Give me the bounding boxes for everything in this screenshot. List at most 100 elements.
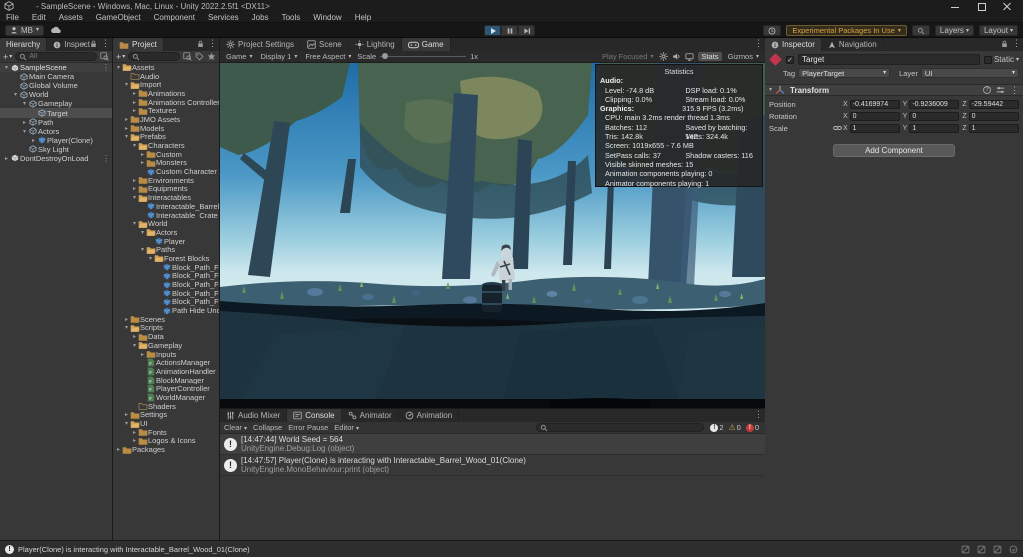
foldout-icon[interactable]: ▾ <box>123 324 130 331</box>
transform-component-header[interactable]: ▾ Transform ? ⋮ <box>765 84 1023 96</box>
menu-window[interactable]: Window <box>313 13 341 22</box>
foldout-icon[interactable]: ▸ <box>131 90 138 97</box>
panel-menu-icon[interactable]: ⋮ <box>101 39 110 48</box>
layout-dropdown[interactable]: Layout ▾ <box>978 25 1018 36</box>
hierarchy-item-sky-light[interactable]: Sky Light <box>0 145 112 154</box>
foldout-icon[interactable]: ▾ <box>769 87 772 93</box>
project-item-paths[interactable]: ▾ Paths <box>113 245 219 254</box>
add-component-button[interactable]: Add Component <box>833 144 955 157</box>
game-view-mode-dropdown[interactable]: Game ▾ <box>224 52 254 61</box>
project-item-fonts[interactable]: ▸ Fonts <box>113 428 219 437</box>
warning-count-badge[interactable]: ⚠ 0 <box>728 423 740 432</box>
scale-slider[interactable] <box>380 53 467 59</box>
foldout-icon[interactable]: ▾ <box>123 133 130 140</box>
console-search-input[interactable] <box>536 423 705 432</box>
project-item-worldmanager[interactable]: # WorldManager <box>113 393 219 402</box>
gizmos-dropdown[interactable]: Gizmos ▾ <box>726 52 761 61</box>
scale-z-field[interactable] <box>968 123 1020 133</box>
foldout-icon[interactable]: ▸ <box>139 351 146 358</box>
project-item-actors[interactable]: ▾ Actors <box>113 228 219 237</box>
tab-project[interactable]: Project <box>113 38 164 51</box>
foldout-icon[interactable]: ▸ <box>21 119 28 126</box>
scene-search-icon[interactable] <box>100 52 109 61</box>
console-editor-dropdown[interactable]: Editor ▾ <box>334 423 359 432</box>
foldout-icon[interactable]: ▾ <box>147 255 154 262</box>
project-item-packages[interactable]: ▸ Packages <box>113 445 219 454</box>
background-tasks-icon[interactable] <box>1009 545 1018 554</box>
search-button[interactable] <box>911 25 930 36</box>
tab-lighting[interactable]: Lighting <box>349 38 402 51</box>
project-item-monsters[interactable]: ▸ Monsters <box>113 159 219 168</box>
position-y-field[interactable] <box>909 99 960 109</box>
object-name-field[interactable]: Target <box>798 54 980 65</box>
hierarchy-item-dontdestroyonload[interactable]: ▸ DontDestroyOnLoad ⋮ <box>0 154 112 163</box>
project-item-custom-character[interactable]: Custom Character <box>113 167 219 176</box>
project-item-inputs[interactable]: ▸ Inputs <box>113 350 219 359</box>
foldout-icon[interactable]: ▾ <box>12 91 19 98</box>
tab-navigation[interactable]: Navigation <box>822 38 884 51</box>
undo-history-button[interactable] <box>763 25 782 36</box>
stats-toggle-button[interactable]: Stats <box>698 52 722 61</box>
maximize-button[interactable] <box>977 2 986 11</box>
project-item-block-path-for[interactable]: Block_Path_For <box>113 272 219 280</box>
aspect-ratio-dropdown[interactable]: Free Aspect ▾ <box>303 52 353 61</box>
menu-gameobject[interactable]: GameObject <box>96 13 141 22</box>
project-item-interactable-crate-w[interactable]: Interactable_Crate_W <box>113 211 219 219</box>
hierarchy-search-input[interactable]: All <box>15 52 97 61</box>
search-by-label-icon[interactable] <box>195 52 204 61</box>
foldout-icon[interactable]: ▸ <box>139 151 146 158</box>
status-bar[interactable]: ! Player(Clone) is interacting with Inte… <box>0 540 1023 557</box>
panel-menu-icon[interactable]: ⋮ <box>1012 39 1021 48</box>
project-item-jmo-assets[interactable]: ▸ JMO Assets <box>113 115 219 124</box>
static-dropdown-icon[interactable]: ▾ <box>1016 57 1019 63</box>
panel-menu-icon[interactable]: ⋮ <box>754 39 763 48</box>
menu-assets[interactable]: Assets <box>59 13 83 22</box>
error-count-badge[interactable]: ! 0 <box>745 423 759 432</box>
project-item-animations[interactable]: ▸ Animations <box>113 89 219 98</box>
menu-edit[interactable]: Edit <box>32 13 46 22</box>
search-by-type-icon[interactable] <box>183 52 192 61</box>
foldout-icon[interactable]: ▸ <box>131 333 138 340</box>
rotation-z-field[interactable] <box>968 111 1020 121</box>
foldout-icon[interactable]: ▸ <box>123 116 130 123</box>
menu-component[interactable]: Component <box>154 13 195 22</box>
tab-inspector[interactable]: Inspector <box>765 38 822 51</box>
foldout-icon[interactable]: ▾ <box>131 220 138 227</box>
panel-menu-icon[interactable]: ⋮ <box>754 410 763 419</box>
code-coverage-status-icon[interactable] <box>993 545 1002 554</box>
layers-dropdown[interactable]: Layers ▾ <box>934 25 974 36</box>
tab-hierarchy[interactable]: Hierarchy <box>0 38 48 51</box>
scale-slider-knob[interactable] <box>382 53 389 59</box>
tab-audio-mixer[interactable]: Audio Mixer <box>220 409 288 422</box>
project-item-playercontroller[interactable]: # PlayerController <box>113 384 219 393</box>
foldout-icon[interactable]: ▸ <box>30 137 37 144</box>
minimize-button[interactable] <box>951 2 959 10</box>
foldout-icon[interactable]: ▸ <box>3 155 10 162</box>
project-item-world[interactable]: ▾ World <box>113 219 219 228</box>
position-z-field[interactable] <box>968 99 1020 109</box>
hierarchy-item-actors[interactable]: ▾ Actors <box>0 127 112 136</box>
project-item-assets[interactable]: ▾ Assets <box>113 63 219 72</box>
tab-scene[interactable]: Scene <box>301 38 349 51</box>
project-item-interactable-barrel-w[interactable]: Interactable_Barrel_W <box>113 202 219 211</box>
project-create-button[interactable]: + ▾ <box>116 52 125 62</box>
experimental-packages-button[interactable]: Experimental Packages In Use ▾ <box>786 25 907 36</box>
project-item-scripts[interactable]: ▾ Scripts <box>113 324 219 333</box>
project-item-animationhandler[interactable]: # AnimationHandler <box>113 367 219 376</box>
project-item-animations-controllers[interactable]: ▸ Animations Controllers <box>113 98 219 107</box>
scale-link-icon[interactable] <box>831 124 843 132</box>
foldout-icon[interactable]: ▾ <box>21 128 28 135</box>
rotation-y-field[interactable] <box>909 111 960 121</box>
console-log-entry[interactable]: ! [14:47:44] World Seed = 564 UnityEngine.… <box>220 434 765 455</box>
game-view-options-icon[interactable] <box>659 52 669 61</box>
menu-file[interactable]: File <box>6 13 19 22</box>
foldout-icon[interactable]: ▸ <box>131 185 138 192</box>
foldout-icon[interactable]: ▾ <box>139 246 146 253</box>
project-item-block-path-for[interactable]: Block_Path_For <box>113 263 219 272</box>
foldout-icon[interactable]: ▸ <box>115 446 122 453</box>
lock-icon[interactable] <box>197 40 204 48</box>
foldout-icon[interactable]: ▸ <box>131 177 138 184</box>
component-menu-icon[interactable]: ⋮ <box>1010 85 1019 95</box>
foldout-icon[interactable]: ▾ <box>123 81 130 88</box>
project-item-block-path-for[interactable]: Block_Path_For <box>113 289 219 298</box>
